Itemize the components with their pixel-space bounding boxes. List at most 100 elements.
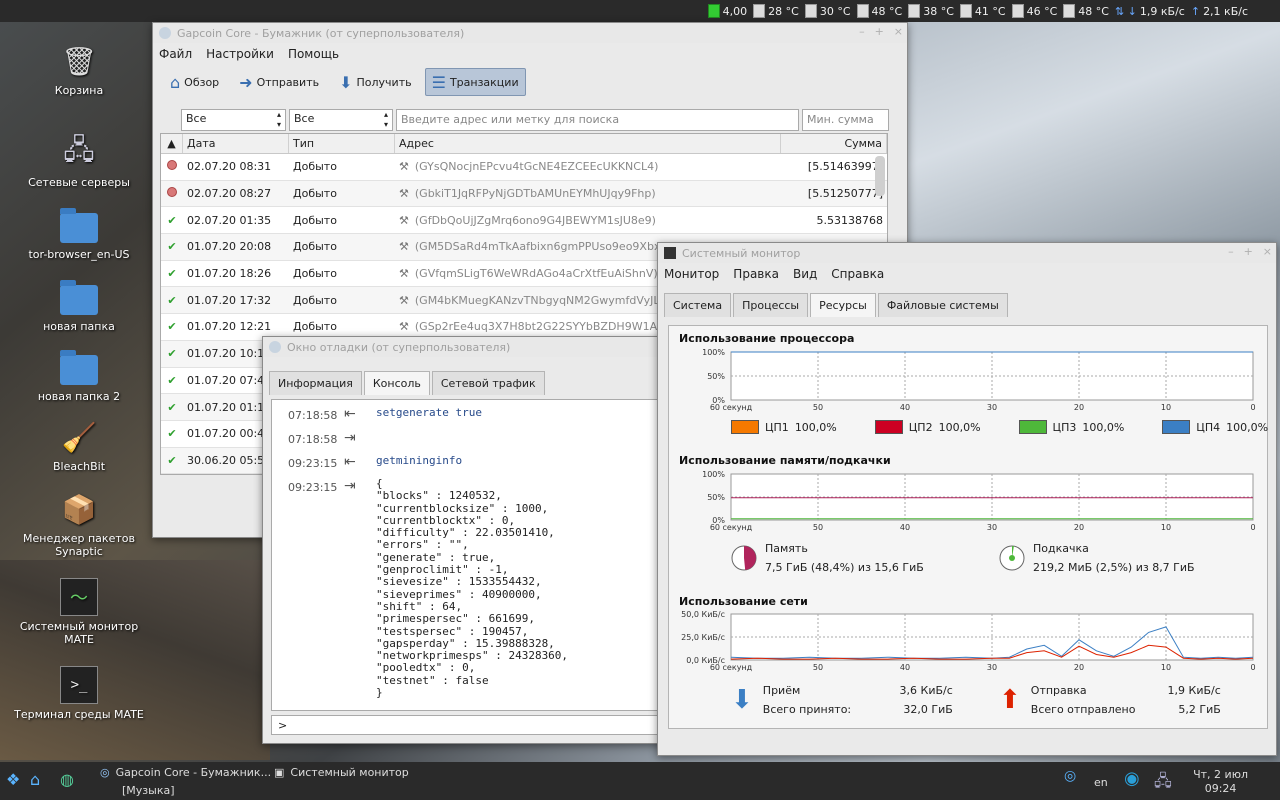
address-search-input[interactable]: Введите адрес или метку для поиска	[396, 109, 799, 131]
receive-arrow-icon[interactable]: ⬇	[731, 685, 753, 715]
getmininginfo-output: { "blocks" : 1240532, "currentblocksize"…	[376, 477, 569, 700]
cpu-load-sensor[interactable]: 4,00	[707, 4, 747, 18]
clock[interactable]: Чт, 2 июл 09:24	[1193, 768, 1248, 796]
column-date[interactable]: Дата	[183, 134, 289, 153]
gapcoin-tray-icon[interactable]: ◎	[1064, 768, 1076, 784]
temp-sensor[interactable]: 30 °C	[804, 4, 851, 18]
home-folder-icon[interactable]: ⌂	[30, 770, 40, 789]
pickaxe-icon: ⚒	[399, 293, 409, 307]
send-button[interactable]: ➜ Отправить	[232, 68, 326, 96]
temp-sensor[interactable]: 48 °C	[856, 4, 902, 18]
cpu2-swatch[interactable]	[874, 420, 903, 434]
menu-edit[interactable]: Правка	[733, 267, 779, 281]
date-cell: 02.07.20 08:27	[187, 187, 272, 201]
pickaxe-icon: ⚒	[399, 213, 409, 227]
network-icon[interactable]: 🖧	[1154, 770, 1172, 797]
pickaxe-icon: ⚒	[399, 267, 409, 281]
menu-file[interactable]: Файл	[159, 47, 192, 61]
minimize-icon[interactable]: –	[859, 25, 865, 38]
sysmon-titlebar[interactable]: Системный монитор – + ×	[658, 243, 1276, 263]
tab-filesystems[interactable]: Файловые системы	[877, 293, 1008, 317]
temp-sensor[interactable]: 48 °C	[1063, 4, 1109, 18]
date-cell: 01.07.20 17:32	[187, 293, 272, 307]
wallet-titlebar[interactable]: Gapcoin Core - Бумажник (от суперпользов…	[153, 23, 907, 43]
desktop-icon-bleachbit[interactable]: 🧹 BleachBit	[14, 418, 144, 474]
menu-monitor[interactable]: Монитор	[664, 267, 719, 281]
menu-view[interactable]: Вид	[793, 267, 817, 281]
table-row[interactable]: ✔ 02.07.20 01:35 Добыто ⚒ (GfDbQoUjJZgMrq6on…	[161, 207, 887, 235]
browser-icon[interactable]: ◍	[60, 770, 74, 789]
type-cell: Добыто	[293, 187, 337, 201]
pickaxe-icon: ⚒	[399, 240, 409, 254]
net-down-sensor[interactable]: ⇅ ↓ 1,9 кБ/с	[1115, 5, 1185, 18]
cpu1-swatch[interactable]	[731, 420, 759, 434]
arrow-down-icon: ⇅ ↓	[1114, 4, 1137, 18]
temp-sensor[interactable]: 41 °C	[959, 4, 1006, 18]
cpu3-swatch[interactable]	[1018, 420, 1047, 434]
table-scrollbar[interactable]	[875, 156, 885, 196]
memory-pie-icon[interactable]	[731, 545, 757, 571]
table-row[interactable]: 02.07.20 08:31 Добыто ⚒ (GYsQNocjnEPcvu4tGc…	[161, 154, 887, 181]
desktop-icon-new-folder-2[interactable]: новая папка 2	[14, 348, 144, 403]
send-arrow-icon[interactable]: ⬆	[999, 685, 1021, 715]
keyboard-layout[interactable]: en	[1094, 776, 1108, 789]
sort-indicator-icon[interactable]: ▲	[161, 134, 183, 153]
column-address[interactable]: Адрес	[395, 134, 781, 153]
address-cell: ⚒ (GfDbQoUjJZgMrq6ono9G4JBEWYM1sJU8e9)	[399, 213, 656, 227]
gapcoin-icon	[269, 341, 281, 353]
close-icon[interactable]: ×	[894, 25, 903, 38]
task-system-monitor[interactable]: ▣ Системный монитор	[274, 766, 409, 779]
min-amount-input[interactable]: Мин. сумма	[802, 109, 889, 131]
transactions-button[interactable]: ☰ Транзакции	[424, 68, 526, 96]
date-filter-select[interactable]: Все	[181, 109, 286, 131]
close-icon[interactable]: ×	[1263, 245, 1272, 258]
console-input[interactable]: >	[271, 715, 666, 735]
tab-processes[interactable]: Процессы	[733, 293, 809, 317]
column-type[interactable]: Тип	[289, 134, 395, 153]
temp-sensor[interactable]: 28 °C	[753, 4, 799, 18]
menu-launcher-icon[interactable]: ❖	[6, 770, 20, 789]
confirmed-check-icon: ✔	[167, 347, 177, 361]
x-tick-label: 40	[900, 523, 910, 532]
maximize-icon[interactable]: +	[1244, 245, 1253, 258]
amount-cell: [5.51463997]	[807, 160, 883, 174]
task-wallet[interactable]: ◎ Gapcoin Core - Бумажник...	[100, 766, 271, 779]
pickaxe-icon: ⚒	[399, 187, 409, 201]
debug-titlebar[interactable]: Окно отладки (от суперпользователя)	[263, 337, 681, 357]
desktop-icon-trash[interactable]: 🗑 Корзина	[14, 42, 144, 98]
task-music[interactable]: [Музыка]	[122, 784, 175, 797]
temp-sensor[interactable]: 38 °C	[908, 4, 954, 18]
desktop-icon-tor-browser[interactable]: tor-browser_en-US	[14, 206, 144, 261]
cpu4-swatch[interactable]	[1162, 420, 1191, 434]
minimize-icon[interactable]: –	[1228, 245, 1234, 258]
tab-resources[interactable]: Ресурсы	[810, 293, 876, 317]
desktop-icon-synaptic[interactable]: 📦 Менеджер пакетов Synaptic	[14, 490, 144, 559]
desktop-icon-new-folder[interactable]: новая папка	[14, 278, 144, 333]
x-tick-label: 10	[1161, 403, 1171, 412]
tab-information[interactable]: Информация	[269, 371, 362, 395]
menu-help[interactable]: Помощь	[288, 47, 339, 61]
temp-sensor[interactable]: 46 °C	[1011, 4, 1057, 18]
net-up-sensor[interactable]: ↑ 2,1 кБ/с	[1191, 5, 1248, 18]
skype-icon[interactable]: ◉	[1124, 768, 1140, 789]
swap-pie-icon[interactable]	[999, 545, 1025, 571]
type-filter-select[interactable]: Все	[289, 109, 393, 131]
chip-icon	[1011, 4, 1024, 18]
table-row[interactable]: 02.07.20 08:27 Добыто ⚒ (GbkiT1JqRFPyNjGDTb…	[161, 180, 887, 208]
menu-help[interactable]: Справка	[831, 267, 884, 281]
column-amount[interactable]: Сумма	[781, 134, 887, 153]
desktop-icon-terminal[interactable]: >_ Терминал среды MATE	[14, 666, 144, 721]
broom-icon: 🧹	[61, 420, 97, 454]
desktop-icon-system-monitor[interactable]: 〜 Системный монитор MATE	[14, 578, 144, 646]
tab-console[interactable]: Консоль	[363, 371, 430, 395]
home-icon: ⌂	[170, 72, 181, 92]
desktop-icon-network-servers[interactable]: 🖧 Сетевые серверы	[14, 133, 144, 189]
receive-button[interactable]: ⬇ Получить	[332, 68, 419, 96]
cpu3-legend: ЦП3 100,0%	[1018, 420, 1124, 434]
maximize-icon[interactable]: +	[875, 25, 884, 38]
folder-icon	[60, 278, 98, 316]
tab-system[interactable]: Система	[664, 293, 732, 317]
overview-button[interactable]: ⌂ Обзор	[163, 68, 226, 96]
menu-settings[interactable]: Настройки	[206, 47, 274, 61]
tab-network-traffic[interactable]: Сетевой трафик	[431, 371, 545, 395]
